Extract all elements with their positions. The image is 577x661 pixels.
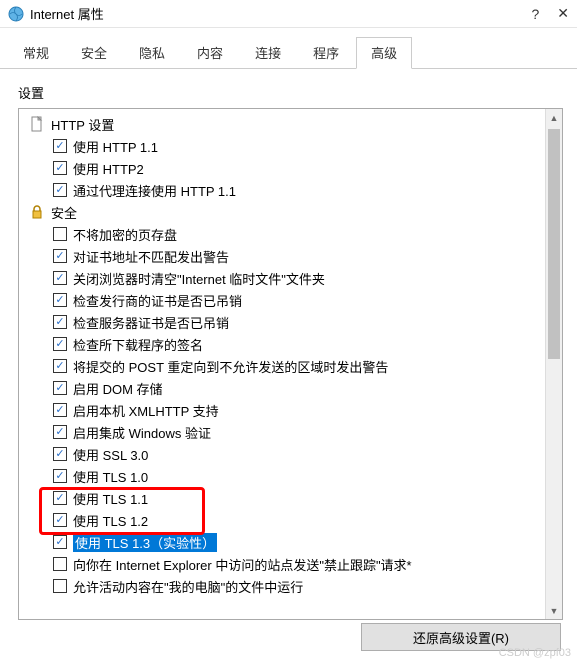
checkbox[interactable]	[53, 403, 67, 417]
tree-item-label: 关闭浏览器时清空"Internet 临时文件"文件夹	[73, 269, 325, 288]
tree-item[interactable]: 对证书地址不匹配发出警告	[25, 245, 560, 267]
tree-item-label: 使用 TLS 1.1	[73, 489, 148, 508]
tree-item-label: 检查服务器证书是否已吊销	[73, 313, 229, 332]
tab-1[interactable]: 安全	[66, 37, 122, 69]
checkbox[interactable]	[53, 447, 67, 461]
checkbox[interactable]	[53, 183, 67, 197]
tree-item-label: 使用 TLS 1.3（实验性）	[73, 533, 217, 552]
checkbox[interactable]	[53, 425, 67, 439]
tree-item[interactable]: 使用 HTTP2	[25, 157, 560, 179]
tab-5[interactable]: 程序	[298, 37, 354, 69]
checkbox[interactable]	[53, 469, 67, 483]
tree-item[interactable]: 检查发行商的证书是否已吊销	[25, 289, 560, 311]
tree-item-label: 使用 TLS 1.0	[73, 467, 148, 486]
checkbox[interactable]	[53, 359, 67, 373]
tree-item-label: 通过代理连接使用 HTTP 1.1	[73, 181, 236, 200]
tab-4[interactable]: 连接	[240, 37, 296, 69]
checkbox[interactable]	[53, 161, 67, 175]
tab-3[interactable]: 内容	[182, 37, 238, 69]
scroll-down-icon[interactable]: ▼	[546, 602, 562, 619]
lock-icon	[29, 204, 45, 220]
tree-item[interactable]: HTTP 设置	[25, 113, 560, 135]
tab-2[interactable]: 隐私	[124, 37, 180, 69]
checkbox[interactable]	[53, 249, 67, 263]
tree-item-label: 安全	[51, 203, 77, 222]
scroll-thumb[interactable]	[548, 129, 560, 359]
tree-item[interactable]: 启用 DOM 存储	[25, 377, 560, 399]
checkbox[interactable]	[53, 381, 67, 395]
tree-item[interactable]: 检查服务器证书是否已吊销	[25, 311, 560, 333]
tab-bar: 常规安全隐私内容连接程序高级	[0, 28, 577, 69]
tree-item-label: 使用 HTTP2	[73, 159, 144, 178]
window-title: Internet 属性	[30, 4, 531, 23]
watermark: CSDN @zpf03	[499, 647, 571, 659]
tree-item[interactable]: 通过代理连接使用 HTTP 1.1	[25, 179, 560, 201]
checkbox[interactable]	[53, 491, 67, 505]
tree-item[interactable]: 启用本机 XMLHTTP 支持	[25, 399, 560, 421]
internet-options-icon	[8, 6, 24, 22]
tree-item[interactable]: 安全	[25, 201, 560, 223]
checkbox[interactable]	[53, 513, 67, 527]
tree-item[interactable]: 允许活动内容在"我的电脑"的文件中运行	[25, 575, 560, 597]
checkbox[interactable]	[53, 293, 67, 307]
tree-item-label: 启用本机 XMLHTTP 支持	[73, 401, 219, 420]
tree-item-label: 不将加密的页存盘	[73, 225, 177, 244]
tree-item-label: 启用 DOM 存储	[73, 379, 163, 398]
tree-item-label: 将提交的 POST 重定向到不允许发送的区域时发出警告	[73, 357, 388, 376]
tree-item-label: 检查发行商的证书是否已吊销	[73, 291, 242, 310]
checkbox[interactable]	[53, 535, 67, 549]
settings-tree[interactable]: HTTP 设置使用 HTTP 1.1 使用 HTTP2 通过代理连接使用 HTTP …	[18, 108, 563, 620]
scroll-up-icon[interactable]: ▲	[546, 109, 562, 126]
tree-item[interactable]: 启用集成 Windows 验证	[25, 421, 560, 443]
checkbox[interactable]	[53, 315, 67, 329]
tree-item[interactable]: 使用 TLS 1.3（实验性）	[25, 531, 560, 553]
tree-item-label: HTTP 设置	[51, 115, 114, 134]
titlebar: Internet 属性 ? ✕	[0, 0, 577, 28]
tree-item[interactable]: 检查所下载程序的签名	[25, 333, 560, 355]
tab-0[interactable]: 常规	[8, 37, 64, 69]
checkbox[interactable]	[53, 139, 67, 153]
tree-item-label: 向你在 Internet Explorer 中访问的站点发送"禁止跟踪"请求*	[73, 555, 412, 574]
checkbox[interactable]	[53, 337, 67, 351]
scrollbar[interactable]: ▲ ▼	[545, 109, 562, 619]
tree-item[interactable]: 使用 TLS 1.2	[25, 509, 560, 531]
tree-item-label: 使用 TLS 1.2	[73, 511, 148, 530]
settings-label: 设置	[18, 83, 563, 102]
checkbox[interactable]	[53, 227, 67, 241]
tree-item[interactable]: 关闭浏览器时清空"Internet 临时文件"文件夹	[25, 267, 560, 289]
tree-item[interactable]: 使用 TLS 1.0	[25, 465, 560, 487]
tree-item-label: 对证书地址不匹配发出警告	[73, 247, 229, 266]
tree-item-label: 使用 HTTP 1.1	[73, 137, 158, 156]
tree-item-label: 检查所下载程序的签名	[73, 335, 203, 354]
tree-item-label: 允许活动内容在"我的电脑"的文件中运行	[73, 577, 303, 596]
tab-6[interactable]: 高级	[356, 37, 412, 69]
tree-item[interactable]: 不将加密的页存盘	[25, 223, 560, 245]
tree-item[interactable]: 使用 TLS 1.1	[25, 487, 560, 509]
document-icon	[29, 116, 45, 132]
checkbox[interactable]	[53, 579, 67, 593]
tree-item[interactable]: 向你在 Internet Explorer 中访问的站点发送"禁止跟踪"请求*	[25, 553, 560, 575]
checkbox[interactable]	[53, 557, 67, 571]
help-button[interactable]: ?	[531, 6, 539, 22]
tree-item[interactable]: 使用 HTTP 1.1	[25, 135, 560, 157]
close-icon[interactable]: ✕	[557, 5, 569, 22]
tree-item-label: 启用集成 Windows 验证	[73, 423, 211, 442]
tree-item[interactable]: 将提交的 POST 重定向到不允许发送的区域时发出警告	[25, 355, 560, 377]
checkbox[interactable]	[53, 271, 67, 285]
tree-item[interactable]: 使用 SSL 3.0	[25, 443, 560, 465]
tree-item-label: 使用 SSL 3.0	[73, 445, 148, 464]
